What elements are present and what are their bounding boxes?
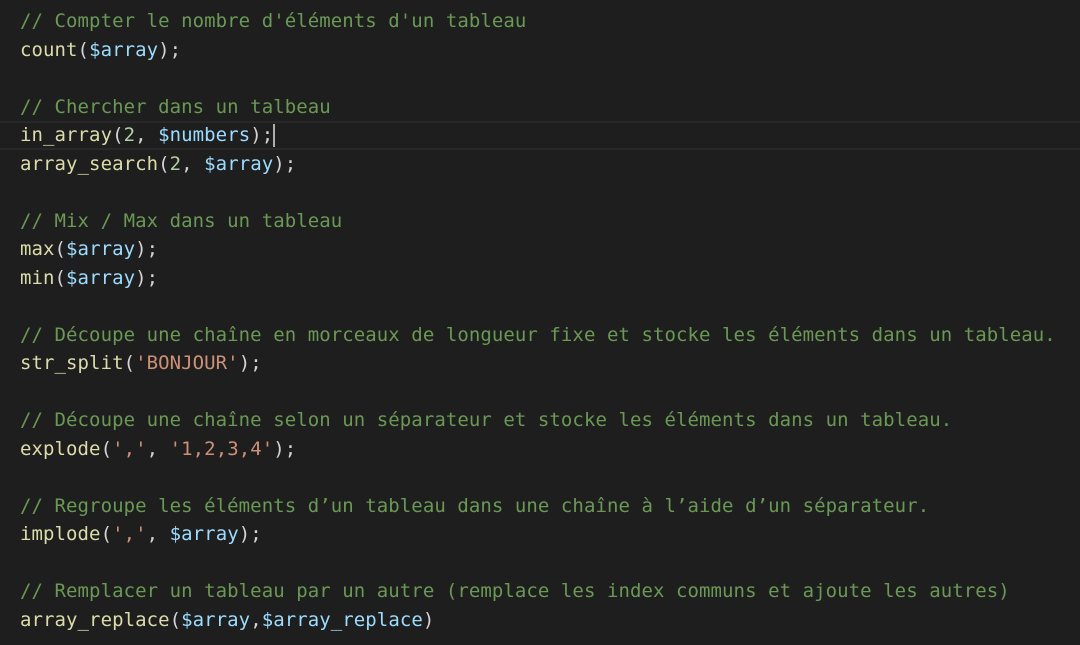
function-token: array_replace — [20, 608, 170, 631]
punctuation-token: ) — [422, 608, 435, 631]
code-comment-line[interactable]: // Compter le nombre d'éléments d'un tab… — [0, 7, 1080, 36]
punctuation-token: ); — [135, 238, 159, 260]
code-comment-line[interactable]: // Chercher dans un talbeau — [0, 93, 1080, 122]
punctuation-token: ( — [158, 152, 170, 175]
variable-token: $array_replace — [261, 608, 423, 631]
blank-line[interactable] — [0, 292, 1080, 321]
comment-text: // Remplacer un tableau par un autre (re… — [20, 580, 1010, 602]
code-comment-line[interactable]: // Remplacer un tableau par un autre (re… — [0, 577, 1080, 606]
comment-text: // Chercher dans un talbeau — [20, 95, 331, 118]
variable-token: $array — [66, 266, 136, 289]
variable-token: $array — [181, 608, 251, 631]
blank-line[interactable] — [0, 549, 1080, 578]
code-line[interactable]: array_replace($array,$array_replace) — [0, 606, 1080, 635]
punctuation-token: ( — [169, 608, 182, 631]
text-cursor — [273, 124, 276, 147]
code-comment-line[interactable]: // Découpe une chaîne en morceaux de lon… — [0, 321, 1080, 350]
punctuation-token: ( — [123, 352, 136, 374]
string-token: 'BONJOUR' — [135, 352, 239, 374]
punctuation-token: ); — [273, 152, 297, 175]
number-token: 2 — [123, 124, 136, 146]
punctuation-token: ); — [158, 38, 182, 61]
blank-line[interactable] — [0, 378, 1080, 407]
punctuation-token: ); — [273, 437, 297, 460]
code-line[interactable]: in_array(2, $numbers); — [0, 121, 1080, 150]
punctuation-token: ( — [100, 523, 113, 545]
variable-token: $array — [204, 152, 274, 175]
function-token: str_split — [20, 352, 124, 374]
code-comment-line[interactable]: // Regroupe les éléments d’un tableau da… — [0, 492, 1080, 521]
string-token: ',' — [112, 523, 147, 545]
function-token: array_search — [20, 152, 159, 175]
punctuation-token: , — [250, 608, 262, 631]
function-token: min — [20, 266, 55, 289]
number-token: 2 — [169, 152, 182, 175]
code-editor[interactable]: // Compter le nombre d'éléments d'un tab… — [0, 0, 1080, 645]
punctuation-token: ( — [112, 124, 124, 146]
punctuation-token: ); — [250, 124, 274, 146]
function-token: implode — [20, 523, 101, 545]
code-line[interactable]: str_split('BONJOUR'); — [0, 349, 1080, 378]
string-token: ',' — [112, 437, 147, 460]
punctuation-token: ); — [238, 523, 262, 545]
punctuation-token: , — [181, 152, 205, 175]
blank-line[interactable] — [0, 178, 1080, 207]
punctuation-token: , — [146, 437, 170, 460]
variable-token: $numbers — [158, 124, 251, 146]
function-token: max — [20, 238, 55, 260]
code-line[interactable]: array_search(2, $array); — [0, 150, 1080, 179]
code-comment-line[interactable]: // Mix / Max dans un tableau — [0, 207, 1080, 236]
punctuation-token: ( — [54, 266, 67, 289]
code-line[interactable]: min($array); — [0, 264, 1080, 293]
code-line[interactable]: max($array); — [0, 235, 1080, 264]
comment-text: // Découpe une chaîne selon un séparateu… — [20, 409, 953, 431]
variable-token: $array — [66, 238, 136, 260]
function-token: explode — [20, 437, 101, 460]
function-token: in_array — [20, 124, 113, 146]
code-line[interactable]: count($array); — [0, 36, 1080, 65]
code-line[interactable]: implode(',', $array); — [0, 520, 1080, 549]
comment-text: // Découpe une chaîne en morceaux de lon… — [20, 323, 1056, 346]
comment-text: // Mix / Max dans un tableau — [20, 209, 343, 232]
comment-text: // Compter le nombre d'éléments d'un tab… — [20, 10, 527, 32]
punctuation-token: ); — [238, 352, 262, 374]
code-comment-line[interactable]: // Découpe une chaîne selon un séparateu… — [0, 406, 1080, 435]
variable-token: $array — [89, 38, 159, 61]
blank-line[interactable] — [0, 64, 1080, 93]
punctuation-token: , — [146, 523, 170, 545]
variable-token: $array — [169, 523, 239, 545]
punctuation-token: ); — [135, 266, 159, 289]
punctuation-token: ( — [100, 437, 113, 460]
punctuation-token: , — [135, 124, 159, 146]
function-token: count — [20, 38, 78, 61]
comment-text: // Regroupe les éléments d’un tableau da… — [20, 494, 930, 517]
string-token: '1,2,3,4' — [169, 437, 274, 460]
punctuation-token: ( — [77, 38, 90, 61]
blank-line[interactable] — [0, 463, 1080, 492]
punctuation-token: ( — [54, 238, 67, 260]
code-line[interactable]: explode(',', '1,2,3,4'); — [0, 435, 1080, 464]
